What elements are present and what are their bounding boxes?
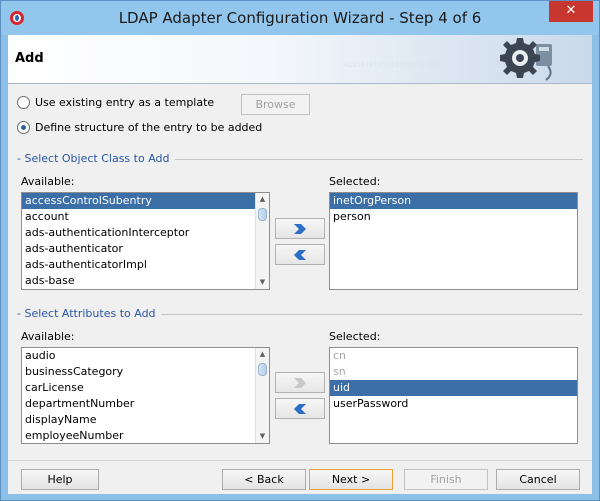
browse-button[interactable]: Browse xyxy=(241,94,310,115)
double-chevron-right-icon xyxy=(294,377,306,388)
list-item[interactable]: audio xyxy=(22,348,269,364)
help-button[interactable]: Help xyxy=(21,469,99,490)
attributes-selected-label: Selected: xyxy=(329,330,381,343)
next-button[interactable]: Next > xyxy=(309,469,393,490)
attributes-scrollbar[interactable]: ▲ ▼ xyxy=(255,348,269,443)
list-item[interactable]: carLicense xyxy=(22,380,269,396)
define-structure-label: Define structure of the entry to be adde… xyxy=(35,121,263,134)
scroll-down-icon[interactable]: ▼ xyxy=(256,430,269,443)
double-chevron-left-icon xyxy=(294,249,306,260)
list-item[interactable]: sn xyxy=(330,364,577,380)
object-class-section-text: Select Object Class to Add xyxy=(24,152,170,165)
list-item[interactable]: ads-authenticator xyxy=(22,241,269,257)
move-attribute-left-button[interactable] xyxy=(275,398,325,419)
scroll-up-icon[interactable]: ▲ xyxy=(256,348,269,361)
list-item[interactable]: accessControlSubentry xyxy=(22,193,269,209)
attributes-available-label: Available: xyxy=(21,330,75,343)
attributes-section-title: - Select Attributes to Add xyxy=(17,307,161,320)
wizard-window: LDAP Adapter Configuration Wizard - Step… xyxy=(0,0,600,501)
back-button[interactable]: < Back xyxy=(222,469,306,490)
use-existing-option[interactable]: Use existing entry as a template xyxy=(17,96,214,109)
finish-button[interactable]: Finish xyxy=(404,469,488,490)
list-item[interactable]: userPassword xyxy=(330,396,577,412)
list-item[interactable]: employeeNumber xyxy=(22,428,269,443)
scroll-down-icon[interactable]: ▼ xyxy=(256,276,269,289)
list-item[interactable]: ads-authenticatorImpl xyxy=(22,257,269,273)
move-attribute-right-button[interactable] xyxy=(275,372,325,393)
object-class-scrollbar[interactable]: ▲ ▼ xyxy=(255,193,269,289)
attributes-section-text: Select Attributes to Add xyxy=(24,307,156,320)
move-object-class-right-button[interactable] xyxy=(275,218,325,239)
list-item[interactable]: ads-authenticationInterceptor xyxy=(22,225,269,241)
object-class-selected-list[interactable]: inetOrgPerson person xyxy=(329,192,578,290)
attributes-selected-items: cn sn uid userPassword xyxy=(330,348,577,412)
wizard-body: Add 01010101010101010101001 Use existing… xyxy=(8,35,592,494)
object-class-section-title: - Select Object Class to Add xyxy=(17,152,175,165)
object-class-available-list[interactable]: accessControlSubentry account ads-authenti… xyxy=(21,192,270,290)
object-class-selected-label: Selected: xyxy=(329,175,381,188)
attributes-available-items: audio businessCategory carLicense departmen… xyxy=(22,348,269,443)
move-object-class-left-button[interactable] xyxy=(275,244,325,265)
gear-icon xyxy=(496,36,558,82)
list-item[interactable]: cn xyxy=(330,348,577,364)
list-item[interactable]: ads-base xyxy=(22,273,269,289)
scroll-up-icon[interactable]: ▲ xyxy=(256,193,269,206)
use-existing-radio[interactable] xyxy=(17,96,30,109)
binary-decoration: 01010101010101010101001 xyxy=(344,61,441,69)
list-item[interactable]: uid xyxy=(330,380,577,396)
object-class-available-items: accessControlSubentry account ads-authenti… xyxy=(22,193,269,289)
list-item[interactable]: account xyxy=(22,209,269,225)
attributes-selected-list[interactable]: cn sn uid userPassword xyxy=(329,347,578,444)
list-item[interactable]: businessCategory xyxy=(22,364,269,380)
scroll-thumb[interactable] xyxy=(258,208,267,221)
window-title: LDAP Adapter Configuration Wizard - Step… xyxy=(118,9,482,27)
close-button[interactable]: ✕ xyxy=(549,1,593,22)
define-structure-option[interactable]: Define structure of the entry to be adde… xyxy=(17,121,262,134)
list-item[interactable]: departmentNumber xyxy=(22,396,269,412)
title-bar[interactable]: LDAP Adapter Configuration Wizard - Step… xyxy=(1,1,599,35)
page-title: Add xyxy=(15,51,44,66)
define-structure-radio[interactable] xyxy=(17,121,30,134)
list-item[interactable]: person xyxy=(330,209,577,225)
double-chevron-right-icon xyxy=(294,223,306,234)
double-chevron-left-icon xyxy=(294,403,306,414)
list-item[interactable]: inetOrgPerson xyxy=(330,193,577,209)
wizard-header: Add 01010101010101010101001 xyxy=(8,35,592,84)
attributes-available-list[interactable]: audio businessCategory carLicense departmen… xyxy=(21,347,270,444)
object-class-selected-items: inetOrgPerson person xyxy=(330,193,577,225)
list-item[interactable]: displayName xyxy=(22,412,269,428)
cancel-button[interactable]: Cancel xyxy=(496,469,580,490)
use-existing-label: Use existing entry as a template xyxy=(35,96,215,109)
object-class-available-label: Available: xyxy=(21,175,75,188)
scroll-thumb[interactable] xyxy=(258,363,267,376)
footer-divider xyxy=(8,460,592,461)
